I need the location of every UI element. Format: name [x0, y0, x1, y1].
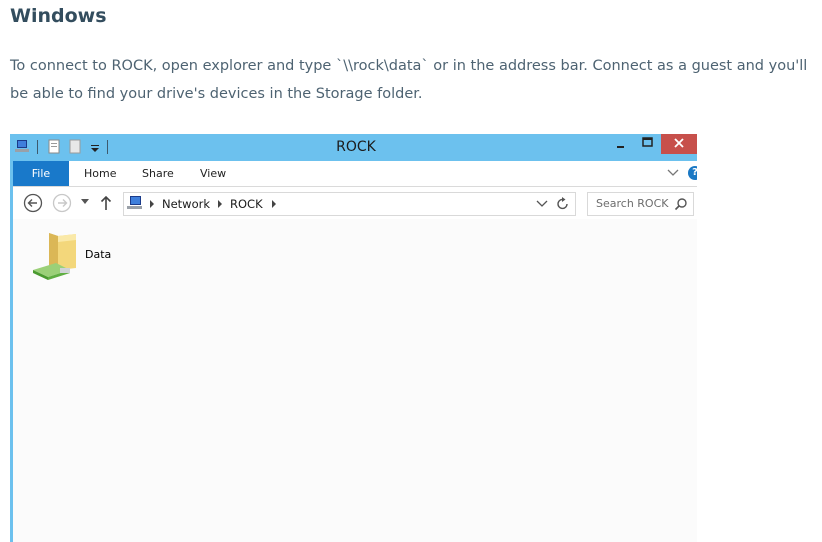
window-title: ROCK — [336, 139, 376, 155]
minimize-icon — [617, 146, 624, 148]
shared-folder-icon — [33, 233, 76, 280]
tab-view[interactable]: View — [200, 167, 226, 180]
address-bar[interactable]: Network ROCK — [123, 192, 553, 216]
instructions-paragraph: To connect to ROCK, open explorer and ty… — [10, 58, 808, 102]
breadcrumb-arrow-icon[interactable] — [217, 200, 223, 208]
up-icon[interactable] — [99, 194, 113, 212]
expand-ribbon-icon[interactable] — [667, 168, 679, 178]
close-icon — [674, 138, 684, 148]
section-heading: Windows — [10, 5, 107, 27]
forward-icon[interactable] — [52, 193, 72, 213]
address-dropdown-icon[interactable] — [536, 200, 548, 208]
back-icon[interactable] — [23, 193, 43, 213]
help-icon[interactable]: ? — [688, 166, 697, 180]
maximize-button[interactable] — [637, 134, 663, 154]
breadcrumb-rock[interactable]: ROCK — [230, 197, 263, 211]
ribbon-tabs: File Home Share View ? — [13, 161, 697, 187]
explorer-window: ROCK File Home Share View ? — [10, 134, 697, 542]
network-computer-icon — [127, 196, 142, 209]
search-box[interactable]: Search ROCK — [587, 192, 694, 216]
tab-share[interactable]: Share — [142, 167, 174, 180]
search-input[interactable]: Search ROCK — [596, 197, 668, 210]
maximize-icon — [642, 137, 653, 147]
shared-folder-data[interactable]: Data — [30, 230, 140, 290]
refresh-icon — [557, 197, 568, 210]
recent-locations-icon[interactable] — [80, 198, 90, 206]
close-button[interactable] — [661, 134, 697, 154]
refresh-button[interactable] — [551, 192, 576, 216]
navigation-bar: Network ROCK Search ROCK — [13, 187, 697, 219]
tab-home[interactable]: Home — [84, 167, 116, 180]
tab-file[interactable]: File — [13, 161, 69, 186]
title-bar[interactable]: ROCK — [10, 134, 697, 161]
breadcrumb-network[interactable]: Network — [162, 197, 210, 211]
breadcrumb-arrow-icon[interactable] — [149, 200, 155, 208]
minimize-button[interactable] — [609, 134, 635, 154]
folder-label: Data — [85, 248, 112, 261]
breadcrumb-arrow-icon[interactable] — [271, 200, 277, 208]
search-icon[interactable] — [674, 197, 688, 211]
